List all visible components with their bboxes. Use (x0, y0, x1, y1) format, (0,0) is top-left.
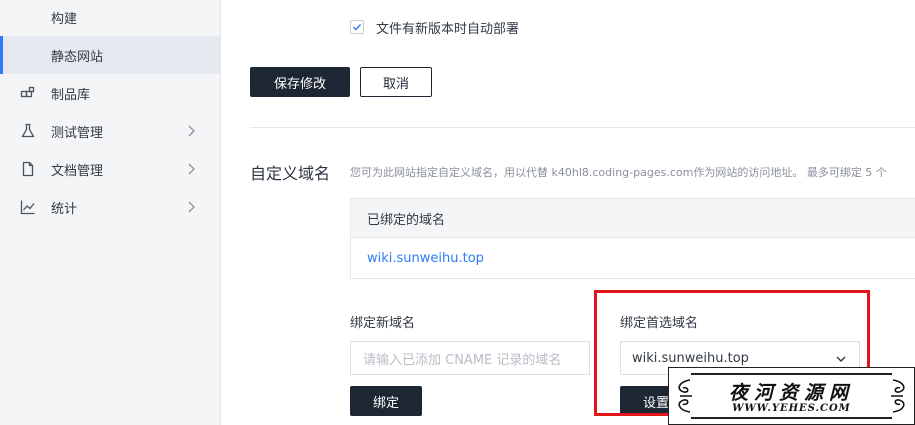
chevron-right-icon (186, 200, 196, 214)
sidebar-item-label: 静态网站 (51, 49, 104, 65)
chart-icon (20, 199, 36, 215)
bound-domain-row[interactable]: wiki.sunweihu.top (350, 238, 915, 279)
watermark-rule (691, 417, 892, 419)
save-button[interactable]: 保存修改 (250, 67, 350, 97)
new-domain-input[interactable]: 请输入已添加 CNAME 记录的域名 (350, 341, 590, 375)
flask-icon (20, 123, 36, 139)
new-domain-label: 绑定新域名 (350, 316, 416, 331)
sidebar-item-statistics[interactable]: 统计 (0, 188, 220, 226)
bound-domains-header: 已绑定的域名 (350, 198, 915, 238)
chevron-right-icon (186, 124, 196, 138)
bind-button[interactable]: 绑定 (350, 386, 422, 416)
custom-domain-description: 您可为此网站指定自定义域名，用以代替 k40hl8.coding-pages.c… (350, 166, 887, 179)
check-icon (353, 24, 362, 31)
custom-domain-title: 自定义域名 (250, 164, 331, 183)
auto-deploy-label: 文件有新版本时自动部署 (376, 22, 520, 37)
section-divider (250, 127, 915, 128)
sidebar-item-test-management[interactable]: 测试管理 (0, 112, 220, 150)
watermark-title: 夜河资源网 (728, 382, 854, 404)
sidebar-item-build[interactable]: 构建 (0, 0, 220, 36)
auto-deploy-checkbox[interactable] (350, 20, 364, 34)
sidebar: 构建 静态网站 制品库 测试管理 文档管理 统计 (0, 0, 221, 425)
sidebar-item-label: 构建 (51, 11, 78, 27)
watermark: 夜河资源网 WWW.YEHES.COM (668, 367, 915, 425)
sidebar-item-label: 文档管理 (51, 163, 104, 179)
watermark-url: WWW.YEHES.COM (732, 403, 851, 414)
sidebar-item-artifacts[interactable]: 制品库 (0, 74, 220, 112)
sidebar-item-label: 统计 (51, 201, 78, 217)
chevron-right-icon (186, 162, 196, 176)
cancel-button[interactable]: 取消 (360, 67, 432, 97)
document-icon (20, 161, 36, 177)
sidebar-item-docs[interactable]: 文档管理 (0, 150, 220, 188)
sidebar-item-static-site[interactable]: 静态网站 (0, 36, 220, 74)
watermark-rule (691, 373, 892, 375)
sidebar-item-label: 测试管理 (51, 125, 104, 141)
artifact-icon (20, 85, 36, 101)
sidebar-item-label: 制品库 (51, 87, 91, 103)
